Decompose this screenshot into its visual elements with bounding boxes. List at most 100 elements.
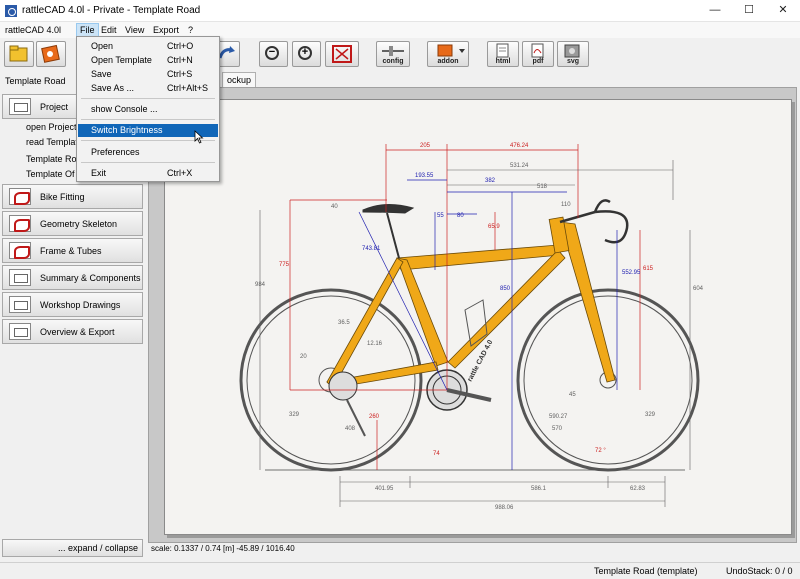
sidebar-bike-fitting-button[interactable]: Bike Fitting [2,184,143,209]
mouse-cursor-icon [194,130,204,144]
sidebar-item-template-offroad[interactable]: Template Of [26,169,75,179]
menu-edit[interactable]: Edit [98,24,120,36]
menu-item-save-as[interactable]: Save As ... Ctrl+Alt+S [78,82,218,95]
pdf-file-icon [531,43,544,58]
frame-tubes-label: Frame & Tubes [40,246,102,256]
project-title: Template Road [5,76,66,86]
menu-export[interactable]: Export [150,24,182,36]
config-icon [382,46,404,56]
menu-item-exit-label: Exit [91,168,107,178]
tab-mockup[interactable]: ockup [222,72,257,87]
menu-item-show-console[interactable]: show Console ... [78,103,218,116]
menu-item-preferences[interactable]: Preferences [78,146,218,159]
status-bar: Template Road (template) UndoStack: 0 / … [0,562,800,579]
dim-72-deg: 72 ° [595,448,606,454]
export-svg-button[interactable]: svg [557,41,589,67]
dim-984: 984 [255,282,266,288]
dim-329-rear: 329 [289,412,300,418]
pdf-label: pdf [532,58,544,65]
fit-to-window-button[interactable] [325,41,359,67]
gray-dimensions [259,160,691,507]
workshop-drawings-label: Workshop Drawings [40,300,121,310]
dim-775: 775 [279,262,290,268]
sidebar-frame-tubes-button[interactable]: Frame & Tubes [2,238,143,263]
menu-item-open-template[interactable]: Open Template Ctrl+N [78,54,218,67]
maximize-button[interactable]: ☐ [732,0,766,22]
dim-36-5: 36.5 [338,320,350,326]
dim-45: 45 [569,392,576,398]
close-button[interactable]: ✕ [766,0,800,22]
status-template: Template Road (template) [594,566,698,576]
sidebar-item-read-template[interactable]: read Template [26,137,83,147]
dim-193: 193.55 [415,173,434,179]
dim-62-83: 62.83 [630,486,646,492]
addon-button[interactable]: addon [427,41,469,67]
menu-item-open-template-label: Open Template [91,55,152,65]
menu-item-save-as-shortcut: Ctrl+Alt+S [167,83,209,93]
menu-item-switch-brightness-label: Switch Brightness [91,125,163,135]
svg-label: svg [566,58,580,65]
menu-item-save[interactable]: Save Ctrl+S [78,68,218,81]
sidebar-workshop-drawings-button[interactable]: Workshop Drawings [2,292,143,317]
drawing-canvas[interactable]: 205 476.24 531.24 193.55 382 518 110 40 … [148,87,797,543]
app-icon [5,5,17,17]
file-menu-dropdown: Open Ctrl+O Open Template Ctrl+N Save Ct… [76,36,220,182]
dim-570: 570 [552,426,563,432]
export-html-button[interactable]: html [487,41,519,67]
menu-item-open-label: Open [91,41,114,51]
menu-item-save-as-label: Save As ... [91,83,135,93]
folder-icon [9,45,28,62]
export-pdf-button[interactable]: pdf [522,41,554,67]
addon-label: addon [437,58,459,65]
menu-file[interactable]: File [76,23,99,37]
menu-help[interactable]: ? [185,24,196,36]
dim-260: 260 [369,414,380,420]
dim-552-95: 552.95 [622,270,641,276]
frame-tubes-icon [9,242,31,259]
scale-readout: scale: 0.1337 / 0.74 [m] -45.89 / 1016.4… [148,543,797,555]
menu-view[interactable]: View [122,24,147,36]
open-folder-button[interactable] [4,41,34,67]
overview-export-label: Overview & Export [40,327,115,337]
title-bar: rattleCAD 4.0l - Private - Template Road… [0,0,800,22]
summary-components-label: Summary & Components [40,273,141,283]
workshop-drawings-icon [9,296,31,313]
menu-item-open-shortcut: Ctrl+O [167,41,194,51]
sidebar-item-open-project[interactable]: open Project [26,122,77,132]
dimension-labels: 205 476.24 531.24 193.55 382 518 110 40 … [255,143,704,511]
menu-item-preferences-label: Preferences [91,147,140,157]
sidebar-summary-components-button[interactable]: Summary & Components [2,265,143,290]
sidebar-item-template-road[interactable]: Template Ro [26,154,77,164]
dim-988-06: 988.06 [495,505,514,511]
expand-collapse-button[interactable]: ... expand / collapse [2,539,143,557]
geometry-skeleton-icon [9,215,31,232]
menu-item-exit-shortcut: Ctrl+X [167,168,193,178]
config-button[interactable]: config [376,41,410,67]
sidebar-overview-export-button[interactable]: Overview & Export [2,319,143,344]
sidebar-project-label: Project [40,102,69,112]
dim-604: 604 [693,286,704,292]
menu-item-save-shortcut: Ctrl+S [167,69,193,79]
zoom-out-button[interactable]: − [259,41,288,67]
dim-20: 20 [300,354,307,360]
sidebar-geometry-skeleton-button[interactable]: Geometry Skeleton [2,211,143,236]
dim-65-9: 65.9 [488,224,500,230]
minimize-button[interactable]: — [698,0,732,22]
menu-separator [81,98,215,99]
menu-item-exit[interactable]: Exit Ctrl+X [78,167,218,180]
bike-frame [326,216,616,389]
dim-586-1: 586.1 [531,486,547,492]
html-label: html [495,58,511,65]
dim-110: 110 [561,202,571,208]
bike-drawing: 205 476.24 531.24 193.55 382 518 110 40 … [239,143,704,511]
project-icon [9,98,31,115]
html-file-icon [496,43,509,58]
zoom-in-button[interactable]: + [292,41,321,67]
geometry-skeleton-label: Geometry Skeleton [40,219,118,229]
template-button[interactable] [36,41,66,67]
drawing-sheet: 205 476.24 531.24 193.55 382 518 110 40 … [164,99,792,535]
summary-components-icon [9,269,31,286]
dim-590-27: 590.27 [549,414,568,420]
menu-separator [81,162,215,163]
menu-item-open[interactable]: Open Ctrl+O [78,40,218,53]
